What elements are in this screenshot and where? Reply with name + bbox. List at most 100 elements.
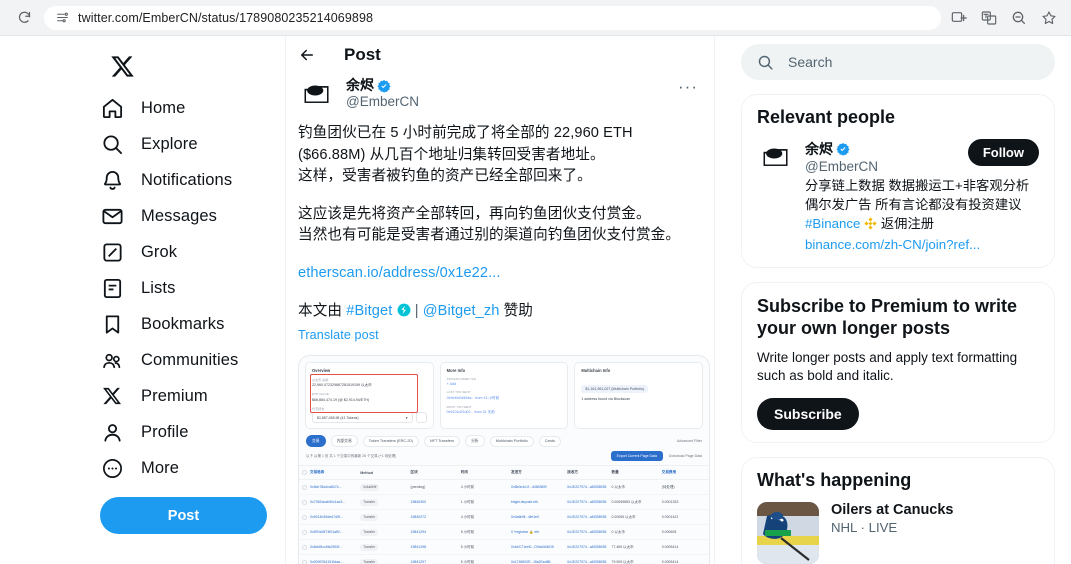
cell-amount: 0 以太币 xyxy=(608,524,659,541)
cell-block[interactable]: 19841297 xyxy=(407,554,458,564)
translate-icon[interactable] xyxy=(981,10,997,26)
table-row[interactable]: 0x5cb78a4ca8474... 0x4a6b9f (pending) 4 … xyxy=(299,479,709,496)
cell-hash[interactable]: 0x5cb78a4ca8474... xyxy=(307,479,358,496)
whats-happening-card: What's happening Oilers at Canucks NHL ·… xyxy=(741,456,1055,564)
bookmark-star-icon[interactable] xyxy=(1041,10,1057,26)
cell-from[interactable]: 0 *registrar 🔒 eth xyxy=(508,524,559,541)
transactions-table: 交易哈希 Method 区块 时间 发送方 接收方 数量 交易费用 0x5cb7… xyxy=(299,465,709,564)
sidebar-item-bookmarks[interactable]: Bookmarks xyxy=(100,306,285,342)
x-logo[interactable] xyxy=(100,44,144,88)
sidebar-item-explore[interactable]: Explore xyxy=(100,126,285,162)
zoom-out-icon[interactable] xyxy=(1011,10,1027,26)
person-display-name[interactable]: 余烬 xyxy=(805,139,968,159)
row-expand-icon[interactable] xyxy=(302,514,307,520)
binance-referral-link[interactable]: binance.com/zh-CN/join?ref... xyxy=(805,237,980,252)
cell-hash[interactable]: 0x5f7dd3f74f01aff2... xyxy=(307,524,358,541)
download-page-data-button[interactable]: Download Page Data xyxy=(669,454,702,458)
post-button[interactable]: Post xyxy=(100,497,267,534)
bitget-handle[interactable]: @Bitget_zh xyxy=(423,303,500,319)
cell-from[interactable]: bitget-deposit.eth xyxy=(508,494,559,511)
avatar[interactable] xyxy=(757,139,795,177)
row-expand-icon[interactable] xyxy=(302,544,307,550)
cell-to[interactable]: 0x1E227974...a6f338935 xyxy=(558,539,609,556)
cell-to[interactable]: 0x1E227974...a6f338935 xyxy=(558,479,609,496)
etherscan-overview-card: Overview 以太币 余额 22,960.07232986728151915… xyxy=(305,361,434,430)
live-event-title: Oilers at Canucks xyxy=(831,501,954,518)
avatar[interactable] xyxy=(298,76,336,114)
translate-post-link[interactable]: Translate post xyxy=(298,326,702,345)
binance-hashtag[interactable]: #Binance xyxy=(805,216,860,231)
sidebar-item-messages[interactable]: Messages xyxy=(100,198,285,234)
field-value[interactable]: 0x9101d21d02... from 31 天前 xyxy=(447,410,562,415)
token-holdings-select[interactable]: $1,657,455.98 (41 Tokens) ▾ xyxy=(312,412,413,424)
cell-hash[interactable]: 0x6cfd5cc6fa2592f... xyxy=(307,539,358,556)
cell-from[interactable]: 0xb4C71eeD...D9dd44BCB xyxy=(508,539,559,556)
author-display-name[interactable]: 余烬 xyxy=(346,77,664,94)
etherscan-screenshot[interactable]: Overview 以太币 余额 22,960.07232986728151915… xyxy=(298,354,710,564)
cell-to[interactable]: 0x1E227974...a6f338935 xyxy=(558,509,609,526)
cell-to[interactable]: 0x1E227974...a6f338935 xyxy=(558,494,609,511)
more-options-icon[interactable]: ··· xyxy=(674,78,702,95)
search-placeholder: Search xyxy=(788,54,833,70)
tab-nft-transfers[interactable]: NFT Transfers xyxy=(423,435,461,447)
card-title: More Info xyxy=(446,367,466,373)
sidebar-item-home[interactable]: Home xyxy=(100,90,285,126)
field-value[interactable]: + Add xyxy=(447,382,562,386)
tab-token-transfers[interactable]: Token Transfers (ERC-20) xyxy=(362,435,419,447)
copy-icon[interactable] xyxy=(415,412,427,424)
column-header: 交易哈希 xyxy=(307,465,358,481)
tab-transactions[interactable]: 交易 xyxy=(306,435,326,448)
cell-hash[interactable]: 0x7352dcab50c1ac3... xyxy=(307,494,358,511)
sidebar-item-lists[interactable]: Lists xyxy=(100,270,285,306)
export-page-data-button[interactable]: Export Current Page Data xyxy=(610,451,663,462)
table-row[interactable]: 0x5f7dd3f74f01aff2... Transfer 19841294 … xyxy=(299,524,709,541)
row-expand-icon[interactable] xyxy=(302,484,307,490)
cell-age: 5 小时前 xyxy=(457,554,508,564)
row-expand-icon[interactable] xyxy=(302,529,307,535)
bitget-hashtag[interactable]: #Bitget xyxy=(346,303,392,319)
table-row[interactable]: 0x9214b35ded7d3f... Transfer 19840272 4 … xyxy=(299,509,709,526)
cell-fee: 0.0005414 xyxy=(658,539,709,556)
cell-from[interactable]: 0x1746BCfE...2fa2Eed86 xyxy=(508,554,559,564)
sidebar-item-profile[interactable]: Profile xyxy=(100,414,285,450)
table-row[interactable]: 0x0099764191fdaa... Transfer 19841297 5 … xyxy=(299,554,709,564)
sidebar-item-notifications[interactable]: Notifications xyxy=(100,162,285,198)
cell-from[interactable]: 0x8b0c4c1f...4465369f xyxy=(508,479,559,496)
tab-internal-txns[interactable]: 内部交易 xyxy=(330,435,358,448)
sidebar-item-communities[interactable]: Communities xyxy=(100,342,285,378)
site-settings-icon[interactable] xyxy=(56,11,69,24)
tab-cards[interactable]: Cards xyxy=(538,435,561,447)
address-bar[interactable]: twitter.com/EmberCN/status/1789080235214… xyxy=(44,5,941,30)
tab-analytics[interactable]: 分析 xyxy=(465,435,485,448)
cell-block[interactable]: 19840300 xyxy=(407,494,458,511)
cell-to[interactable]: 0x1E227974...a6f338935 xyxy=(558,554,609,564)
table-row[interactable]: 0x7352dcab50c1ac3... Transfer 19840300 1… xyxy=(299,494,709,511)
sidebar-item-grok[interactable]: Grok xyxy=(100,234,285,270)
cell-block[interactable]: 19840272 xyxy=(407,509,458,526)
back-arrow-icon[interactable] xyxy=(296,44,318,66)
tab-multichain-portfolio[interactable]: Multichain Portfolio xyxy=(489,435,534,447)
sidebar-item-more[interactable]: More xyxy=(100,450,285,486)
etherscan-link[interactable]: etherscan.io/address/0x1e22... xyxy=(298,265,501,281)
install-app-icon[interactable] xyxy=(951,10,967,26)
row-expand-icon[interactable] xyxy=(302,499,307,505)
cell-block[interactable]: 19841298 xyxy=(407,539,458,556)
table-header-row: 交易哈希 Method 区块 时间 发送方 接收方 数量 交易费用 xyxy=(299,465,709,481)
field-value[interactable]: 0x9e4fc0d50da... from 13 小时前 xyxy=(447,396,562,401)
live-event-row[interactable]: Oilers at Canucks NHL · LIVE xyxy=(757,501,1039,564)
reload-icon[interactable] xyxy=(14,8,34,28)
row-expand-icon[interactable] xyxy=(302,559,307,564)
bio-line: 分享链上数据 数据搬运工+非客观分析 xyxy=(805,178,1030,193)
cell-from[interactable]: 0x4a6b9f...dfe1e0 xyxy=(508,509,559,526)
sidebar-item-premium[interactable]: Premium xyxy=(100,378,285,414)
advanced-filter-button[interactable]: Advanced Filter xyxy=(677,439,702,443)
subscribe-button[interactable]: Subscribe xyxy=(757,397,859,430)
cell-hash[interactable]: 0x0099764191fdaa... xyxy=(307,554,358,564)
cell-hash[interactable]: 0x9214b35ded7d3f... xyxy=(307,509,358,526)
table-row[interactable]: 0x6cfd5cc6fa2592f... Transfer 19841298 5… xyxy=(299,539,709,556)
follow-button[interactable]: Follow xyxy=(967,139,1039,166)
cell-to[interactable]: 0x1E227974...a6f338935 xyxy=(558,524,609,541)
cell-block[interactable]: 19841294 xyxy=(407,524,458,541)
search-input[interactable]: Search xyxy=(741,44,1055,80)
author-handle: @EmberCN xyxy=(346,94,419,110)
